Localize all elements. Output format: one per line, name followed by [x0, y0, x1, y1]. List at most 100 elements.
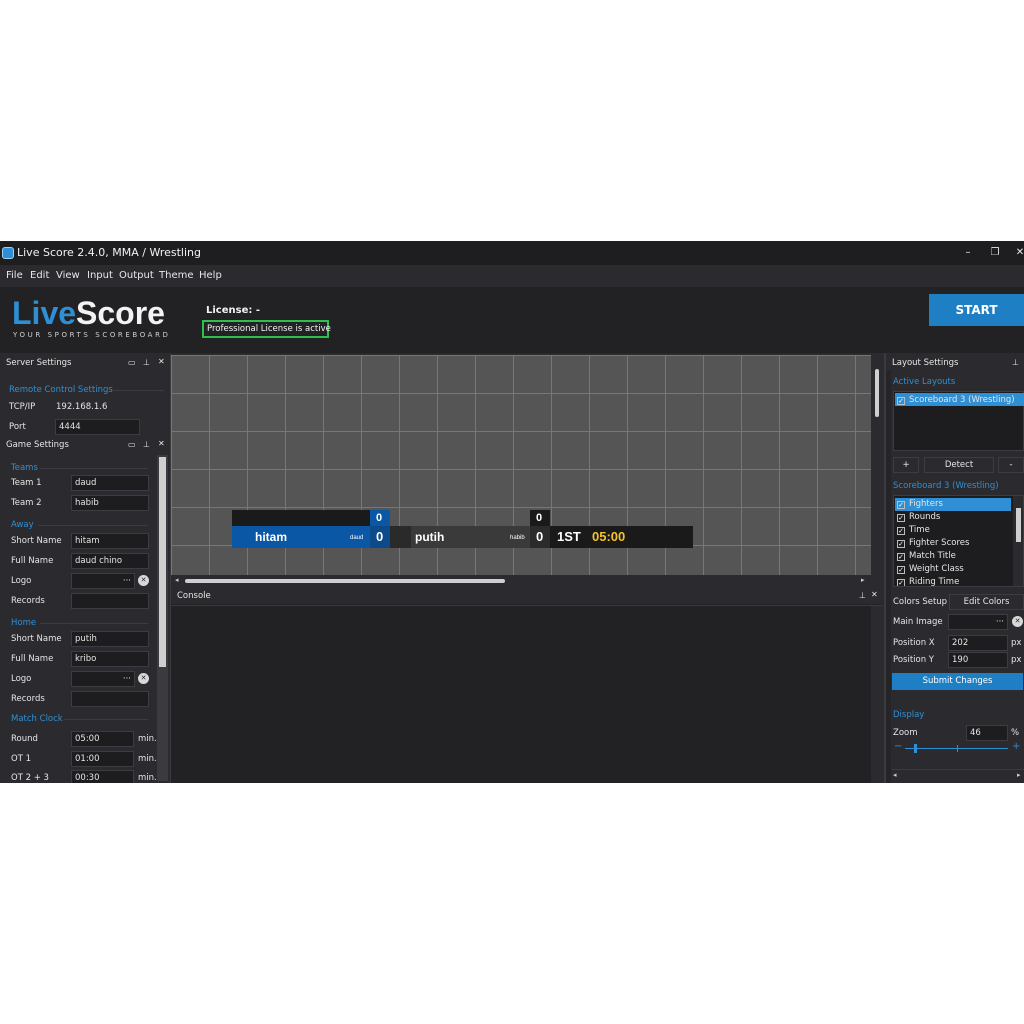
- pin-icon[interactable]: ⊥: [143, 358, 150, 367]
- minimize-button[interactable]: –: [958, 245, 978, 261]
- h-scrollbar-thumb[interactable]: [185, 579, 505, 583]
- element-riding-time[interactable]: ✓ Riding Time: [895, 576, 961, 586]
- away-short-name: hitam: [255, 530, 288, 544]
- home-logo-field[interactable]: ···: [71, 671, 135, 687]
- remove-layout-button[interactable]: -: [998, 457, 1024, 473]
- menu-input[interactable]: Input: [87, 270, 113, 281]
- layout-section: Scoreboard 3 (Wrestling): [893, 481, 999, 491]
- display-section: Display: [893, 710, 925, 720]
- main-image-field[interactable]: ···: [948, 614, 1008, 630]
- scroll-left-icon[interactable]: ◂: [893, 771, 897, 779]
- preview-canvas[interactable]: 0 0 hitam daud 0 putih habib 0 1ST 05:00…: [171, 355, 883, 587]
- close-icon[interactable]: ✕: [871, 590, 878, 599]
- ot23-field[interactable]: 00:30: [71, 770, 134, 783]
- active-layout-item[interactable]: ✓ Scoreboard 3 (Wrestling): [895, 393, 1024, 406]
- element-fighters[interactable]: ✓ Fighters: [895, 498, 1011, 511]
- checkbox-icon[interactable]: ✓: [897, 540, 905, 548]
- team1-field[interactable]: daud: [71, 475, 149, 491]
- checkbox-icon[interactable]: ✓: [897, 527, 905, 535]
- menu-help[interactable]: Help: [199, 270, 222, 281]
- ot1-unit: min.: [138, 754, 157, 764]
- pin-icon[interactable]: ⊥: [859, 591, 866, 600]
- list-scrollbar[interactable]: [1013, 496, 1023, 586]
- browse-icon[interactable]: ···: [996, 617, 1004, 627]
- console-scrollbar[interactable]: [871, 606, 883, 783]
- v-scrollbar[interactable]: [871, 355, 883, 587]
- position-x-field[interactable]: 202: [948, 635, 1008, 651]
- divider: [112, 390, 164, 391]
- panel-float-icon[interactable]: ▭: [128, 440, 136, 449]
- scrollbar-track[interactable]: [157, 455, 168, 781]
- port-field[interactable]: 4444: [55, 419, 140, 435]
- scrollbar-thumb[interactable]: [159, 457, 166, 667]
- checkbox-icon[interactable]: ✓: [897, 514, 905, 522]
- round-unit: min.: [138, 734, 157, 744]
- clear-image-icon[interactable]: ✕: [1012, 616, 1023, 627]
- add-layout-button[interactable]: +: [893, 457, 919, 473]
- checkbox-icon[interactable]: ✓: [897, 397, 905, 405]
- element-weight-class[interactable]: ✓ Weight Class: [895, 563, 966, 576]
- zoom-in-icon[interactable]: +: [1012, 741, 1020, 752]
- pin-icon[interactable]: ⊥: [143, 440, 150, 449]
- element-match-title[interactable]: ✓ Match Title: [895, 550, 958, 563]
- browse-icon[interactable]: ···: [123, 674, 131, 684]
- position-x-unit: px: [1011, 638, 1022, 648]
- ot1-field[interactable]: 01:00: [71, 751, 134, 767]
- h-scrollbar[interactable]: ◂ ▸: [171, 575, 871, 587]
- active-layouts-list[interactable]: ✓ Scoreboard 3 (Wrestling): [893, 391, 1024, 451]
- home-full-field[interactable]: kribo: [71, 651, 149, 667]
- close-icon[interactable]: ✕: [158, 357, 165, 366]
- panel-h-scrollbar[interactable]: ◂ ▸: [891, 769, 1024, 781]
- app-icon: [2, 247, 14, 259]
- clear-logo-icon[interactable]: ✕: [138, 673, 149, 684]
- position-y-field[interactable]: 190: [948, 652, 1008, 668]
- scroll-right-icon[interactable]: ▸: [1017, 771, 1021, 779]
- browse-icon[interactable]: ···: [123, 576, 131, 586]
- menu-view[interactable]: View: [56, 270, 80, 281]
- zoom-slider-thumb[interactable]: [914, 744, 917, 753]
- checkbox-icon[interactable]: ✓: [897, 579, 905, 586]
- scroll-right-icon[interactable]: ▸: [861, 576, 865, 584]
- close-icon[interactable]: ✕: [158, 439, 165, 448]
- menu-edit[interactable]: Edit: [30, 270, 49, 281]
- menu-output[interactable]: Output: [119, 270, 154, 281]
- app-window: Live Score 2.4.0, MMA / Wrestling – ❐ ✕ …: [0, 241, 1024, 783]
- menu-file[interactable]: File: [6, 270, 23, 281]
- scroll-left-icon[interactable]: ◂: [175, 576, 179, 584]
- zoom-out-icon[interactable]: −: [894, 741, 902, 752]
- panel-float-icon[interactable]: ▭: [128, 358, 136, 367]
- team2-field[interactable]: habib: [71, 495, 149, 511]
- away-full-name: daud: [350, 535, 364, 541]
- active-layouts-section: Active Layouts: [893, 377, 956, 387]
- v-scrollbar-thumb[interactable]: [875, 369, 879, 417]
- checkbox-icon[interactable]: ✓: [897, 553, 905, 561]
- element-fighter-scores[interactable]: ✓ Fighter Scores: [895, 537, 971, 550]
- checkbox-icon[interactable]: ✓: [897, 501, 905, 509]
- round-field[interactable]: 05:00: [71, 731, 134, 747]
- divider: [64, 719, 148, 720]
- checkbox-icon[interactable]: ✓: [897, 566, 905, 574]
- restore-button[interactable]: ❐: [985, 245, 1005, 261]
- element-rounds[interactable]: ✓ Rounds: [895, 511, 942, 524]
- pin-icon[interactable]: ⊥: [1012, 358, 1019, 367]
- layout-settings-title: Layout Settings: [886, 355, 1024, 371]
- layout-elements-list[interactable]: ✓ Fighters ✓ Rounds ✓ Time ✓ Fighter Scores …: [893, 495, 1024, 587]
- close-button[interactable]: ✕: [1010, 245, 1024, 261]
- home-full-label: Full Name: [11, 654, 54, 664]
- list-scrollbar-thumb[interactable]: [1016, 508, 1021, 542]
- element-label: Fighter Scores: [909, 538, 970, 548]
- element-time[interactable]: ✓ Time: [895, 524, 932, 537]
- menu-theme[interactable]: Theme: [159, 270, 194, 281]
- detect-button[interactable]: Detect: [924, 457, 994, 473]
- away-short-field[interactable]: hitam: [71, 533, 149, 549]
- clear-logo-icon[interactable]: ✕: [138, 575, 149, 586]
- away-records-field[interactable]: [71, 593, 149, 609]
- zoom-field[interactable]: 46: [966, 725, 1008, 741]
- away-logo-field[interactable]: ···: [71, 573, 135, 589]
- home-records-field[interactable]: [71, 691, 149, 707]
- home-short-field[interactable]: putih: [71, 631, 149, 647]
- start-button[interactable]: START: [929, 294, 1024, 326]
- away-full-field[interactable]: daud chino: [71, 553, 149, 569]
- submit-changes-button[interactable]: Submit Changes: [892, 673, 1023, 690]
- edit-colors-button[interactable]: Edit Colors: [949, 594, 1024, 610]
